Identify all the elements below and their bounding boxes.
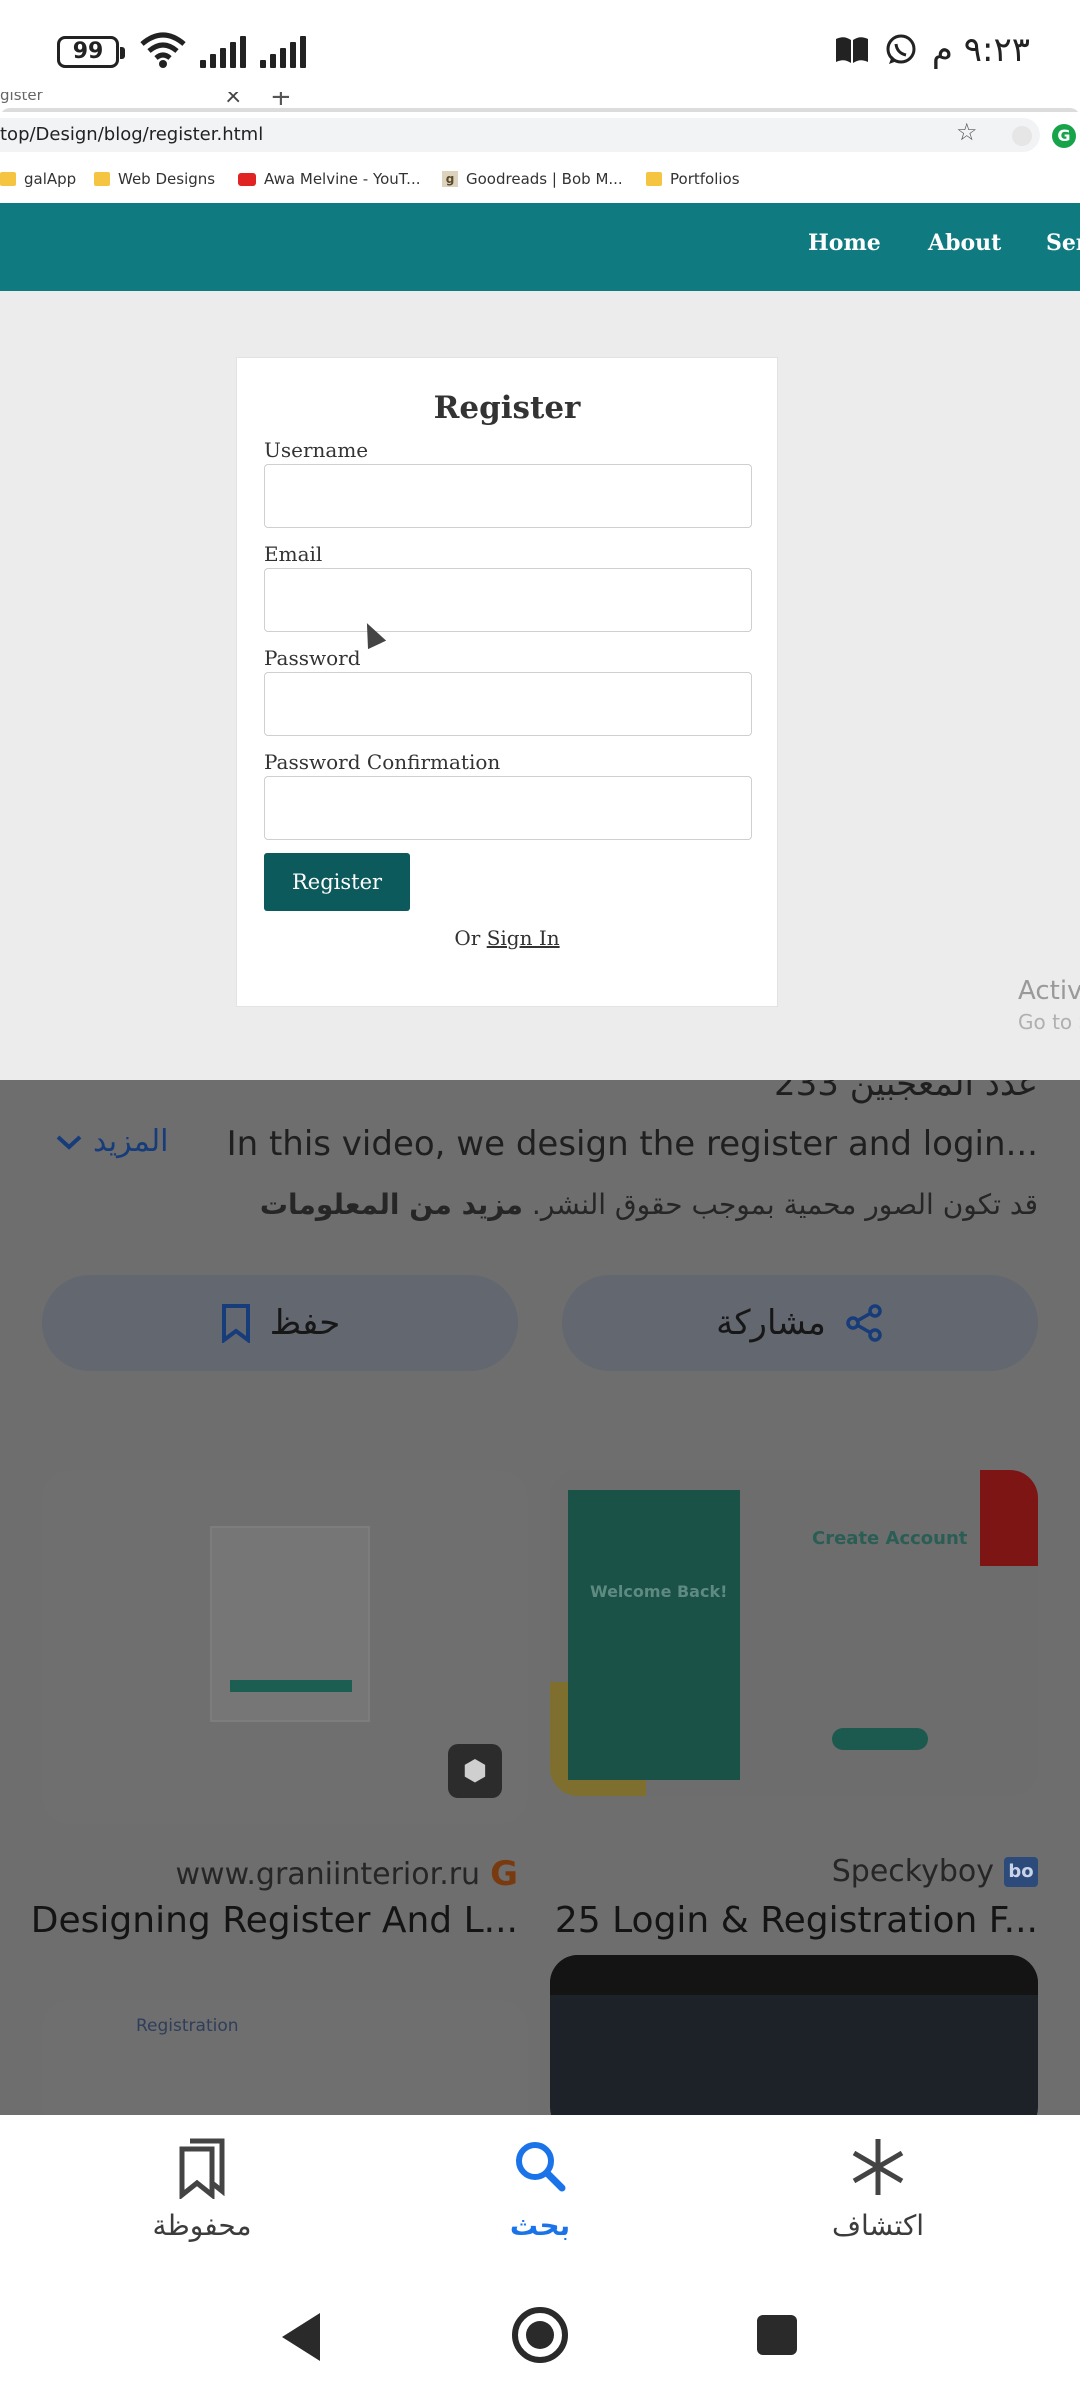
site-navbar xyxy=(0,203,1080,291)
tag-icon: ⬢ xyxy=(448,1744,502,1798)
username-label: Username xyxy=(264,438,369,462)
result-title[interactable]: Designing Register And L... xyxy=(31,1900,518,1941)
clock: ٩:٢٣ م xyxy=(931,30,1030,70)
new-tab-icon: + xyxy=(270,92,292,112)
url-text: top/Design/blog/register.html xyxy=(0,124,264,145)
tab-search[interactable]: بحث xyxy=(440,2135,640,2242)
asterisk-icon xyxy=(852,2139,904,2195)
bookmark-label: Awa Melvine - YouT... xyxy=(264,170,421,188)
thumb-text: Create Account xyxy=(812,1528,968,1549)
likes-count: 233 عدد المعجبين xyxy=(774,1080,1038,1104)
whatsapp-icon xyxy=(886,34,916,64)
related-image-thumbnail[interactable] xyxy=(550,1955,1038,2115)
nav-services: Ser xyxy=(1046,230,1080,256)
search-icon xyxy=(516,2142,566,2192)
close-icon: × xyxy=(224,92,243,109)
signin-link: Sign In xyxy=(486,926,560,950)
battery-indicator: 99 xyxy=(57,36,125,68)
result-source: www.graniinterior.ru G xyxy=(175,1854,518,1894)
email-label: Email xyxy=(264,542,323,566)
share-icon xyxy=(846,1304,882,1342)
or-text: Or xyxy=(454,926,481,950)
result-title[interactable]: 25 Login & Registration F... xyxy=(555,1900,1038,1941)
share-label: مشاركة xyxy=(716,1303,826,1343)
save-button[interactable]: حفظ xyxy=(42,1275,518,1371)
register-title: Register xyxy=(433,390,581,426)
folder-icon xyxy=(0,172,16,186)
tab-discover[interactable]: اكتشاف xyxy=(778,2135,978,2242)
register-card: Register Username Email Password Passwor… xyxy=(236,357,778,1007)
tab-title: gister xyxy=(0,92,43,104)
email-field xyxy=(264,568,752,632)
extension-icon xyxy=(1012,126,1032,146)
more-button[interactable]: المزيد xyxy=(55,1124,168,1159)
saved-icon xyxy=(179,2138,225,2201)
share-button[interactable]: مشاركة xyxy=(562,1275,1038,1371)
tab-saved[interactable]: محفوظة xyxy=(102,2135,302,2242)
thumb-text: Welcome Back! xyxy=(590,1582,728,1601)
bookmark-label: Web Designs xyxy=(118,170,216,188)
signal-icon xyxy=(260,36,306,68)
grammarly-icon: G xyxy=(1052,124,1076,148)
site-logo-icon: bo xyxy=(1004,1856,1038,1887)
book-icon xyxy=(835,37,868,63)
activate-watermark: Activa xyxy=(1018,976,1080,1006)
nav-about: About xyxy=(928,230,1002,256)
youtube-icon xyxy=(238,172,256,186)
password-field xyxy=(264,672,752,736)
more-label: المزيد xyxy=(93,1124,169,1159)
home-icon[interactable] xyxy=(512,2307,568,2363)
tab-strip: gister × + xyxy=(0,92,1080,128)
image-description: ...In this video, we design the register… xyxy=(226,1124,1038,1164)
save-label: حفظ xyxy=(269,1303,341,1343)
wifi-icon xyxy=(140,32,186,68)
more-info-link[interactable]: مزيد من المعلومات xyxy=(260,1188,523,1221)
password-confirmation-label: Password Confirmation xyxy=(264,750,501,774)
status-bar: 99 ٩:٢٣ م xyxy=(0,0,1080,92)
signal-icon xyxy=(200,36,246,68)
bookmarks-bar: galApp Web Designs Awa Melvine - YouT...… xyxy=(0,160,1080,204)
related-image-thumbnail[interactable]: ⬢ xyxy=(42,1470,528,1824)
nav-home: Home xyxy=(808,230,881,256)
tab-search-label: بحث xyxy=(509,2209,571,2242)
activate-watermark-sub: Go to S xyxy=(1018,1010,1080,1034)
back-icon[interactable] xyxy=(282,2313,320,2361)
bookmark-label: Portfolios xyxy=(670,170,740,188)
related-image-thumbnail[interactable]: Welcome Back! Create Account xyxy=(550,1470,1038,1796)
username-field xyxy=(264,464,752,528)
bookmark-label: Goodreads | Bob M... xyxy=(466,170,623,188)
recents-icon[interactable] xyxy=(757,2315,797,2355)
register-button: Register xyxy=(264,853,410,911)
folder-icon xyxy=(94,172,110,186)
folder-icon xyxy=(646,172,662,186)
thumb-text: Registration xyxy=(136,2016,239,2036)
bottom-navigation: محفوظة بحث اكتشاف xyxy=(0,2115,1080,2265)
bookmark-label: galApp xyxy=(24,170,77,188)
goodreads-icon: g xyxy=(442,171,458,187)
tab-saved-label: محفوظة xyxy=(152,2209,252,2242)
tab-discover-label: اكتشاف xyxy=(831,2209,925,2242)
chevron-down-icon xyxy=(56,1135,82,1150)
site-logo-icon: G xyxy=(490,1854,518,1894)
password-confirmation-field xyxy=(264,776,752,840)
password-label: Password xyxy=(264,646,361,670)
screenshot-image[interactable]: gister × + top/Design/blog/register.html… xyxy=(0,92,1080,1080)
bookmark-icon xyxy=(221,1304,250,1343)
copyright-notice: قد تكون الصور محمية بموجب حقوق النشر. مز… xyxy=(259,1188,1038,1221)
star-icon: ☆ xyxy=(956,118,978,146)
result-source: Speckyboy bo xyxy=(832,1854,1038,1889)
image-details-panel: 233 عدد المعجبين ...In this video, we de… xyxy=(0,1080,1080,2115)
related-image-thumbnail[interactable]: Registration xyxy=(42,2000,528,2115)
system-navigation-bar xyxy=(0,2265,1080,2400)
signin-line: Or Sign In xyxy=(237,926,777,950)
